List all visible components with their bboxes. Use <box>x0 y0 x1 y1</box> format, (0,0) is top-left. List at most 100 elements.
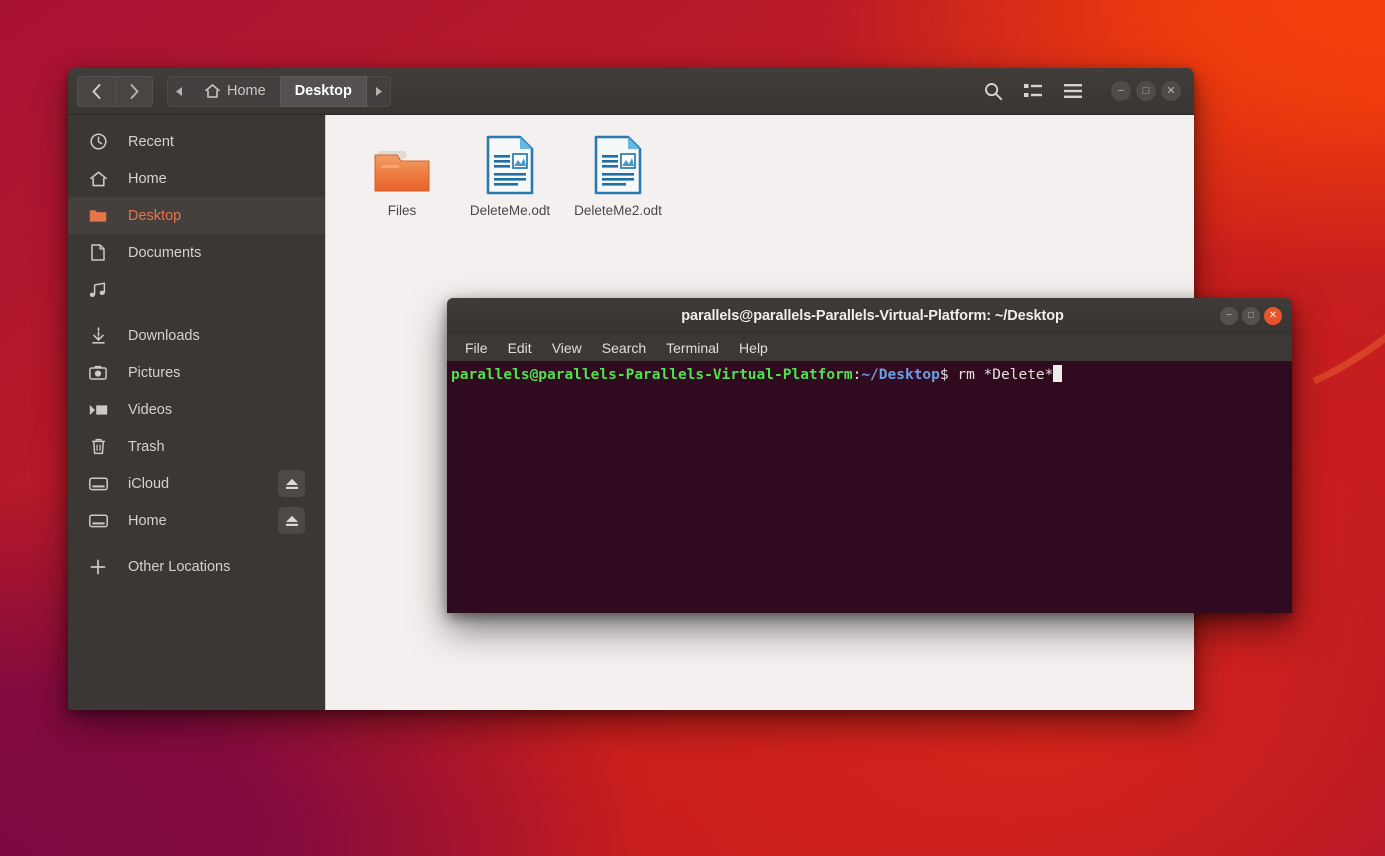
file-item-files[interactable]: Files <box>350 129 454 220</box>
chevron-right-icon <box>130 84 139 99</box>
odt-document-icon <box>593 133 643 195</box>
sidebar-item-label: Recent <box>128 134 174 150</box>
prompt-dollar: $ <box>940 367 949 383</box>
menu-item-terminal[interactable]: Terminal <box>666 340 719 356</box>
sidebar-item-downloads[interactable]: Downloads <box>68 317 325 354</box>
menu-item-view[interactable]: View <box>552 340 582 356</box>
forward-button[interactable] <box>115 76 153 107</box>
file-manager-header: Home Desktop <box>68 68 1194 115</box>
sidebar-item-icloud[interactable]: iCloud <box>68 465 325 502</box>
trash-icon <box>82 438 114 455</box>
sidebar-item-recent[interactable]: Recent <box>68 123 325 160</box>
sidebar-item-label: Trash <box>128 439 165 455</box>
odt-document-icon <box>485 133 535 195</box>
sidebar-item-documents[interactable]: Documents <box>68 234 325 271</box>
minimize-button[interactable]: − <box>1111 81 1131 101</box>
eject-button-icloud[interactable] <box>278 470 305 497</box>
view-list-icon <box>1024 83 1042 99</box>
search-icon <box>984 82 1003 101</box>
menu-button[interactable] <box>1053 75 1093 108</box>
prompt-colon: : <box>853 367 862 383</box>
home-icon <box>205 84 220 98</box>
breadcrumb-item-desktop[interactable]: Desktop <box>280 76 367 107</box>
eject-icon <box>285 515 299 527</box>
home-icon <box>82 171 114 187</box>
sidebar-gap <box>68 539 325 548</box>
file-label: DeleteMe.odt <box>470 202 550 220</box>
music-icon <box>82 282 114 298</box>
sidebar-gap <box>68 308 325 317</box>
view-options-button[interactable] <box>1013 75 1053 108</box>
menu-item-help[interactable]: Help <box>739 340 768 356</box>
file-manager-window-controls: − □ ✕ <box>1111 81 1181 101</box>
menu-item-edit[interactable]: Edit <box>508 340 532 356</box>
sidebar-item-desktop[interactable]: Desktop <box>68 197 325 234</box>
sidebar-item-home[interactable]: Home <box>68 160 325 197</box>
search-button[interactable] <box>973 75 1013 108</box>
plus-icon <box>82 559 114 575</box>
sidebar-item-videos[interactable]: Videos <box>68 391 325 428</box>
breadcrumb: Home Desktop <box>167 76 391 107</box>
sidebar-item-music[interactable] <box>68 271 325 308</box>
sidebar-item-label: Other Locations <box>128 559 230 575</box>
prompt-path: ~/Desktop <box>861 367 940 383</box>
terminal-title: parallels@parallels-Parallels-Virtual-Pl… <box>461 308 1284 324</box>
breadcrumb-label-desktop: Desktop <box>295 83 352 99</box>
sidebar-item-label: Home <box>128 171 167 187</box>
terminal-command: rm *Delete* <box>949 367 1054 383</box>
sidebar: Recent Home <box>68 115 325 710</box>
terminal-title-bar[interactable]: parallels@parallels-Parallels-Virtual-Pl… <box>447 298 1292 334</box>
terminal-cursor <box>1053 365 1062 382</box>
terminal-prompt-line: parallels@parallels-Parallels-Virtual-Pl… <box>449 365 1292 385</box>
sidebar-item-label: Documents <box>128 245 201 261</box>
prompt-user-host: parallels@parallels-Parallels-Virtual-Pl… <box>451 367 853 383</box>
breadcrumb-prev-button[interactable] <box>167 76 191 107</box>
drive-icon <box>82 477 114 491</box>
sidebar-item-label: Pictures <box>128 365 180 381</box>
eject-button-home[interactable] <box>278 507 305 534</box>
close-button[interactable]: ✕ <box>1161 81 1181 101</box>
triangle-left-icon <box>176 87 183 96</box>
terminal-menu-bar: File Edit View Search Terminal Help <box>447 334 1292 361</box>
maximize-button[interactable]: □ <box>1136 81 1156 101</box>
sidebar-item-label: Downloads <box>128 328 200 344</box>
menu-item-search[interactable]: Search <box>602 340 646 356</box>
triangle-right-icon <box>375 87 382 96</box>
terminal-window-controls: − □ ✕ <box>1220 307 1282 325</box>
sidebar-item-pictures[interactable]: Pictures <box>68 354 325 391</box>
document-icon <box>82 244 114 261</box>
file-item-deleteme2[interactable]: DeleteMe2.odt <box>566 129 670 220</box>
back-button[interactable] <box>77 76 115 107</box>
breadcrumb-label-home: Home <box>227 83 266 99</box>
maximize-button[interactable]: □ <box>1242 307 1260 325</box>
sidebar-item-label: Desktop <box>128 208 181 224</box>
eject-icon <box>285 478 299 490</box>
terminal-output-area[interactable]: parallels@parallels-Parallels-Virtual-Pl… <box>447 361 1292 613</box>
menu-item-file[interactable]: File <box>465 340 488 356</box>
video-icon <box>82 403 114 417</box>
sidebar-item-label: Videos <box>128 402 172 418</box>
navigation-buttons <box>77 76 153 107</box>
sidebar-item-label: iCloud <box>128 476 169 492</box>
folder-icon <box>82 208 114 223</box>
download-icon <box>82 327 114 344</box>
clock-icon <box>82 133 114 150</box>
sidebar-item-other-locations[interactable]: Other Locations <box>68 548 325 585</box>
close-button[interactable]: ✕ <box>1264 307 1282 325</box>
desktop-background: Home Desktop <box>0 0 1385 856</box>
folder-icon <box>373 133 431 195</box>
minimize-button[interactable]: − <box>1220 307 1238 325</box>
file-label: DeleteMe2.odt <box>574 202 662 220</box>
sidebar-item-label: Home <box>128 513 167 529</box>
drive-icon <box>82 514 114 528</box>
terminal-window[interactable]: parallels@parallels-Parallels-Virtual-Pl… <box>447 298 1292 613</box>
breadcrumb-next-button[interactable] <box>367 76 391 107</box>
sidebar-item-home-drive[interactable]: Home <box>68 502 325 539</box>
chevron-left-icon <box>92 84 101 99</box>
file-item-deleteme[interactable]: DeleteMe.odt <box>458 129 562 220</box>
hamburger-menu-icon <box>1064 84 1082 98</box>
camera-icon <box>82 365 114 380</box>
breadcrumb-item-home[interactable]: Home <box>191 76 280 107</box>
file-label: Files <box>388 202 417 220</box>
sidebar-item-trash[interactable]: Trash <box>68 428 325 465</box>
